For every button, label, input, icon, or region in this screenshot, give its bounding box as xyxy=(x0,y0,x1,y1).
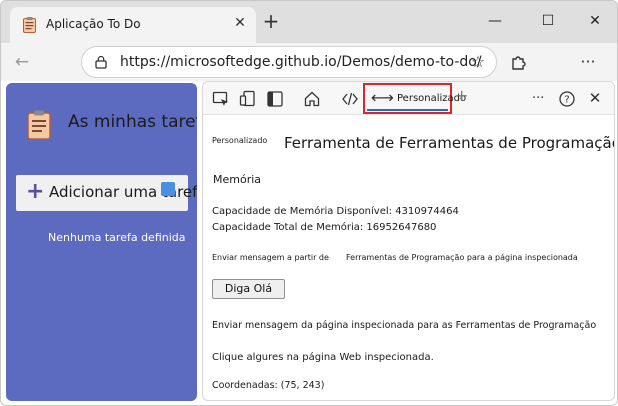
devtools-close-icon[interactable]: ✕ xyxy=(586,89,604,107)
empty-tasks-message: Nenhuma tarefa definida xyxy=(48,231,186,244)
svg-text:?: ? xyxy=(564,95,569,106)
favorite-star-icon[interactable]: ☆ xyxy=(469,53,487,71)
clipboard-icon xyxy=(27,110,51,140)
browser-tab[interactable]: Aplicação To Do ✕ xyxy=(10,7,256,43)
elements-code-icon[interactable] xyxy=(341,90,359,108)
coordinates-readout: Coordenadas: (75, 243) xyxy=(212,380,325,391)
memory-total: Capacidade Total de Memória: 16952647680 xyxy=(212,222,437,233)
custom-tool-panel: Personalizado Ferramenta de Ferramentas … xyxy=(203,116,615,400)
tab-close-icon[interactable]: ✕ xyxy=(232,15,248,31)
todo-app-panel: As minhas tarefas + Adicionar uma tarefa… xyxy=(6,83,197,401)
device-emulation-icon[interactable] xyxy=(239,90,257,108)
browser-toolbar: ← https://microsoftedge.github.io/Demos/… xyxy=(1,43,617,81)
emoji-icon xyxy=(161,182,175,196)
send-from-target: Ferramentas de Programação para a página… xyxy=(346,253,578,262)
memory-available: Capacidade de Memória Disponível: 431097… xyxy=(212,206,459,217)
title-bar: Aplicação To Do ✕ + — ☐ ✕ xyxy=(1,1,617,43)
send-from-label: Enviar mensagem a partir de xyxy=(212,253,329,262)
close-window-button[interactable]: ✕ xyxy=(581,9,609,33)
say-hello-button[interactable]: Diga Olá xyxy=(212,279,285,299)
minimize-button[interactable]: — xyxy=(481,9,509,33)
panel-title: Ferramenta de Ferramentas de Programação xyxy=(284,134,615,152)
new-tab-button[interactable]: + xyxy=(261,11,281,32)
active-tab-indicator xyxy=(367,109,448,111)
url-text[interactable]: https://microsoftedge.github.io/Demos/de… xyxy=(120,54,482,70)
inspect-element-icon[interactable] xyxy=(212,90,230,108)
dock-panel-icon[interactable] xyxy=(266,90,284,108)
add-task-button[interactable]: + Adicionar uma tarefa xyxy=(16,175,197,211)
send-to-label: Enviar mensagem da página inspecionada p… xyxy=(212,320,597,331)
tab-personalizado[interactable]: ⟷ Personalizado xyxy=(363,83,466,114)
devtools-toolbar: ⟷ Personalizado + ··· ? ✕ xyxy=(203,82,614,115)
add-tool-icon[interactable]: + xyxy=(455,88,468,104)
address-bar[interactable]: https://microsoftedge.github.io/Demos/de… xyxy=(81,46,497,78)
tab-title: Aplicação To Do xyxy=(46,17,141,31)
help-icon[interactable]: ? xyxy=(558,90,576,108)
plus-icon: + xyxy=(26,179,45,204)
browser-window: Aplicação To Do ✕ + — ☐ ✕ ← https://micr… xyxy=(0,0,618,406)
devtools-more-icon[interactable]: ··· xyxy=(532,90,550,108)
back-arrow-icon[interactable]: ← xyxy=(11,51,33,73)
memory-heading: Memória xyxy=(213,173,262,186)
lock-icon[interactable] xyxy=(94,55,108,69)
browser-menu-icon[interactable]: ··· xyxy=(577,51,599,73)
click-hint: Clique algures na página Web inspecionad… xyxy=(212,352,434,363)
welcome-home-icon[interactable] xyxy=(303,90,321,108)
clipboard-icon xyxy=(23,17,36,33)
devtools-panel: ⟷ Personalizado + ··· ? ✕ Personalizado … xyxy=(202,81,615,401)
page-content: As minhas tarefas + Adicionar uma tarefa… xyxy=(1,81,617,405)
panel-small-label: Personalizado xyxy=(212,136,268,145)
maximize-button[interactable]: ☐ xyxy=(534,9,562,33)
app-title: As minhas tarefas xyxy=(68,112,197,132)
double-arrow-icon: ⟷ xyxy=(371,88,394,107)
extensions-icon[interactable] xyxy=(510,53,528,71)
